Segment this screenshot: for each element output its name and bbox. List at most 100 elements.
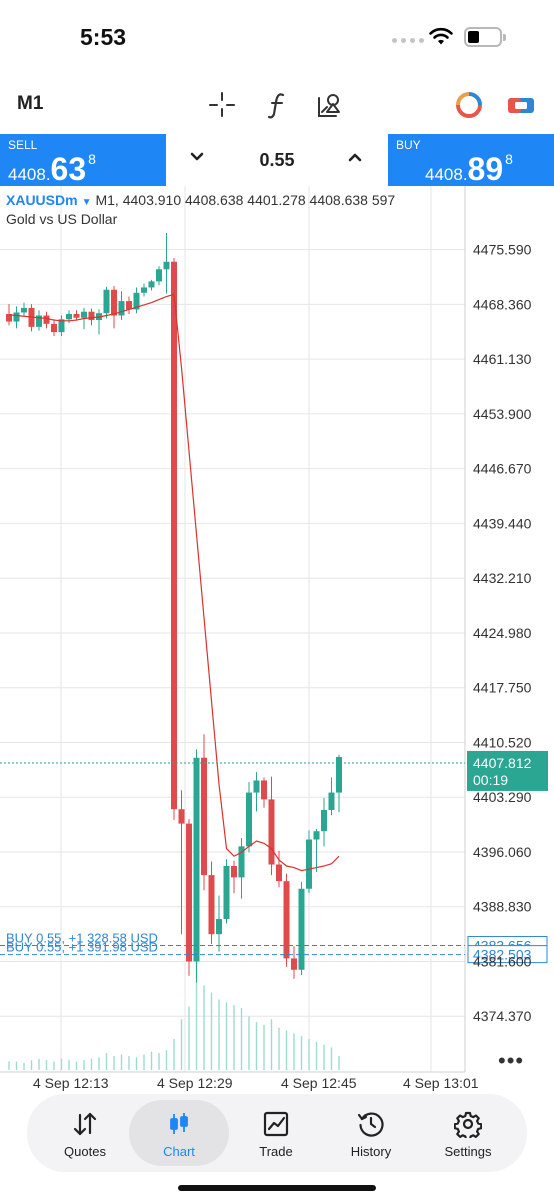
candle-body [141, 287, 147, 293]
candle-body [291, 958, 297, 970]
tab-quotes-label: Quotes [64, 1144, 106, 1159]
account-ring-icon[interactable] [454, 90, 484, 120]
tab-settings[interactable]: Settings [418, 1100, 518, 1166]
symbol-description: Gold vs US Dollar [6, 211, 118, 227]
volume-increase-chevron-icon[interactable] [348, 148, 362, 168]
candle-body [336, 756, 342, 793]
candle-body [111, 289, 117, 316]
tab-trade[interactable]: Trade [226, 1100, 326, 1166]
crosshair-icon[interactable] [208, 90, 236, 120]
candle-body [66, 313, 72, 320]
buy-label: BUY [396, 138, 421, 152]
symbol-dropdown-icon[interactable]: ▼ [82, 197, 92, 208]
trade-chart-icon [263, 1111, 289, 1137]
candle-body [261, 780, 267, 800]
candle-body [103, 289, 110, 314]
volume-selector: 0.55 [166, 134, 388, 186]
price-chart[interactable]: BUY 0.55, +1 328.58 USD4383.656BUY 0.55,… [0, 186, 554, 1094]
more-options-icon[interactable]: ••• [498, 1048, 524, 1074]
battery-icon [464, 27, 506, 47]
quotes-arrows-icon [73, 1112, 97, 1136]
candle-body [246, 792, 252, 847]
candle-body [171, 261, 177, 810]
candle-body [156, 269, 162, 282]
trade-toggle-icon[interactable] [506, 90, 536, 120]
y-tick-label: 4446.670 [473, 461, 532, 477]
candle-body [73, 313, 80, 318]
sell-button[interactable]: SELL 4408.63 8 [0, 134, 166, 187]
candle-body [328, 792, 335, 810]
objects-icon[interactable] [316, 90, 346, 120]
chart-symbol-header: XAUUSDm ▼ M1, 4403.910 4408.638 4401.278 4… [6, 192, 395, 208]
candle-body [148, 281, 155, 288]
indicators-icon[interactable] [266, 90, 290, 120]
signal-dots-icon [392, 38, 424, 43]
y-tick-label: 4439.440 [473, 515, 532, 531]
x-tick-label: 4 Sep 12:13 [33, 1075, 109, 1091]
bottom-tab-bar: Quotes Chart Trade History Settings [27, 1094, 527, 1172]
y-tick-label: 4432.210 [473, 570, 532, 586]
candle-body [81, 311, 87, 318]
y-tick-label: 4461.130 [473, 351, 532, 367]
y-tick-label: 4410.520 [473, 734, 532, 750]
candle-body [298, 888, 305, 970]
tab-trade-label: Trade [259, 1144, 293, 1159]
timeframe-button[interactable]: M1 [17, 93, 43, 115]
chart-canvas[interactable]: BUY 0.55, +1 328.58 USD4383.656BUY 0.55,… [0, 186, 554, 1094]
candle-body [201, 757, 207, 876]
candle-body [223, 866, 230, 920]
position-label: BUY 0.55, +1 391.98 USD [6, 940, 158, 955]
candle-body [186, 823, 192, 962]
candle-body [216, 919, 222, 935]
tab-history[interactable]: History [321, 1100, 421, 1166]
candle-body [208, 875, 215, 935]
candle-body [21, 307, 27, 313]
candle-body [51, 323, 57, 333]
candle-body [43, 315, 50, 324]
y-tick-label: 4396.060 [473, 844, 532, 860]
candle-body [163, 261, 170, 270]
y-tick-label: 4403.290 [473, 789, 532, 805]
y-tick-label: 4468.360 [473, 296, 532, 312]
x-tick-label: 4 Sep 12:45 [281, 1075, 357, 1091]
y-tick-label: 4475.590 [473, 242, 532, 258]
candle-body [276, 864, 282, 882]
settings-gear-icon [454, 1111, 482, 1138]
candle-body [193, 757, 200, 962]
buy-button[interactable]: BUY 4408.89 8 [388, 134, 554, 187]
candle-body [313, 831, 320, 840]
candle-body [253, 780, 260, 793]
wifi-icon [429, 27, 453, 45]
candle-body [268, 799, 275, 865]
tab-chart[interactable]: Chart [129, 1100, 229, 1166]
candle-body [283, 881, 290, 959]
x-tick-label: 4 Sep 12:29 [157, 1075, 233, 1091]
home-indicator [178, 1185, 376, 1191]
tab-settings-label: Settings [444, 1144, 492, 1159]
candlestick-icon [170, 1113, 188, 1134]
buy-price: 4408.89 8 [425, 151, 513, 187]
y-tick-label: 4388.830 [473, 899, 532, 915]
candle-body [118, 301, 125, 316]
tab-quotes[interactable]: Quotes [35, 1100, 135, 1166]
candle-body [321, 809, 327, 832]
status-bar: 5:53 [0, 0, 554, 80]
y-tick-label: 4417.750 [473, 680, 532, 696]
y-tick-label: 4453.900 [473, 406, 532, 422]
history-clock-icon [357, 1112, 384, 1137]
candle-body [231, 866, 237, 878]
chart-toolbar: M1 [0, 80, 554, 132]
one-click-trade-panel: SELL 4408.63 8 0.55 BUY 4408.89 8 [0, 134, 554, 187]
x-tick-label: 4 Sep 13:01 [403, 1075, 479, 1091]
tab-history-label: History [350, 1144, 392, 1159]
status-time: 5:53 [80, 24, 127, 50]
symbol-name[interactable]: XAUUSDm [6, 192, 78, 208]
y-tick-label: 4381.600 [473, 953, 532, 969]
candle-body [306, 839, 312, 889]
candle-body [13, 312, 20, 322]
y-tick-label: 4374.370 [473, 1008, 532, 1024]
sell-label: SELL [8, 138, 38, 152]
tab-chart-label: Chart [163, 1144, 195, 1159]
sell-price: 4408.63 8 [8, 151, 96, 187]
bid-timer-text: 00:19 [473, 772, 508, 788]
